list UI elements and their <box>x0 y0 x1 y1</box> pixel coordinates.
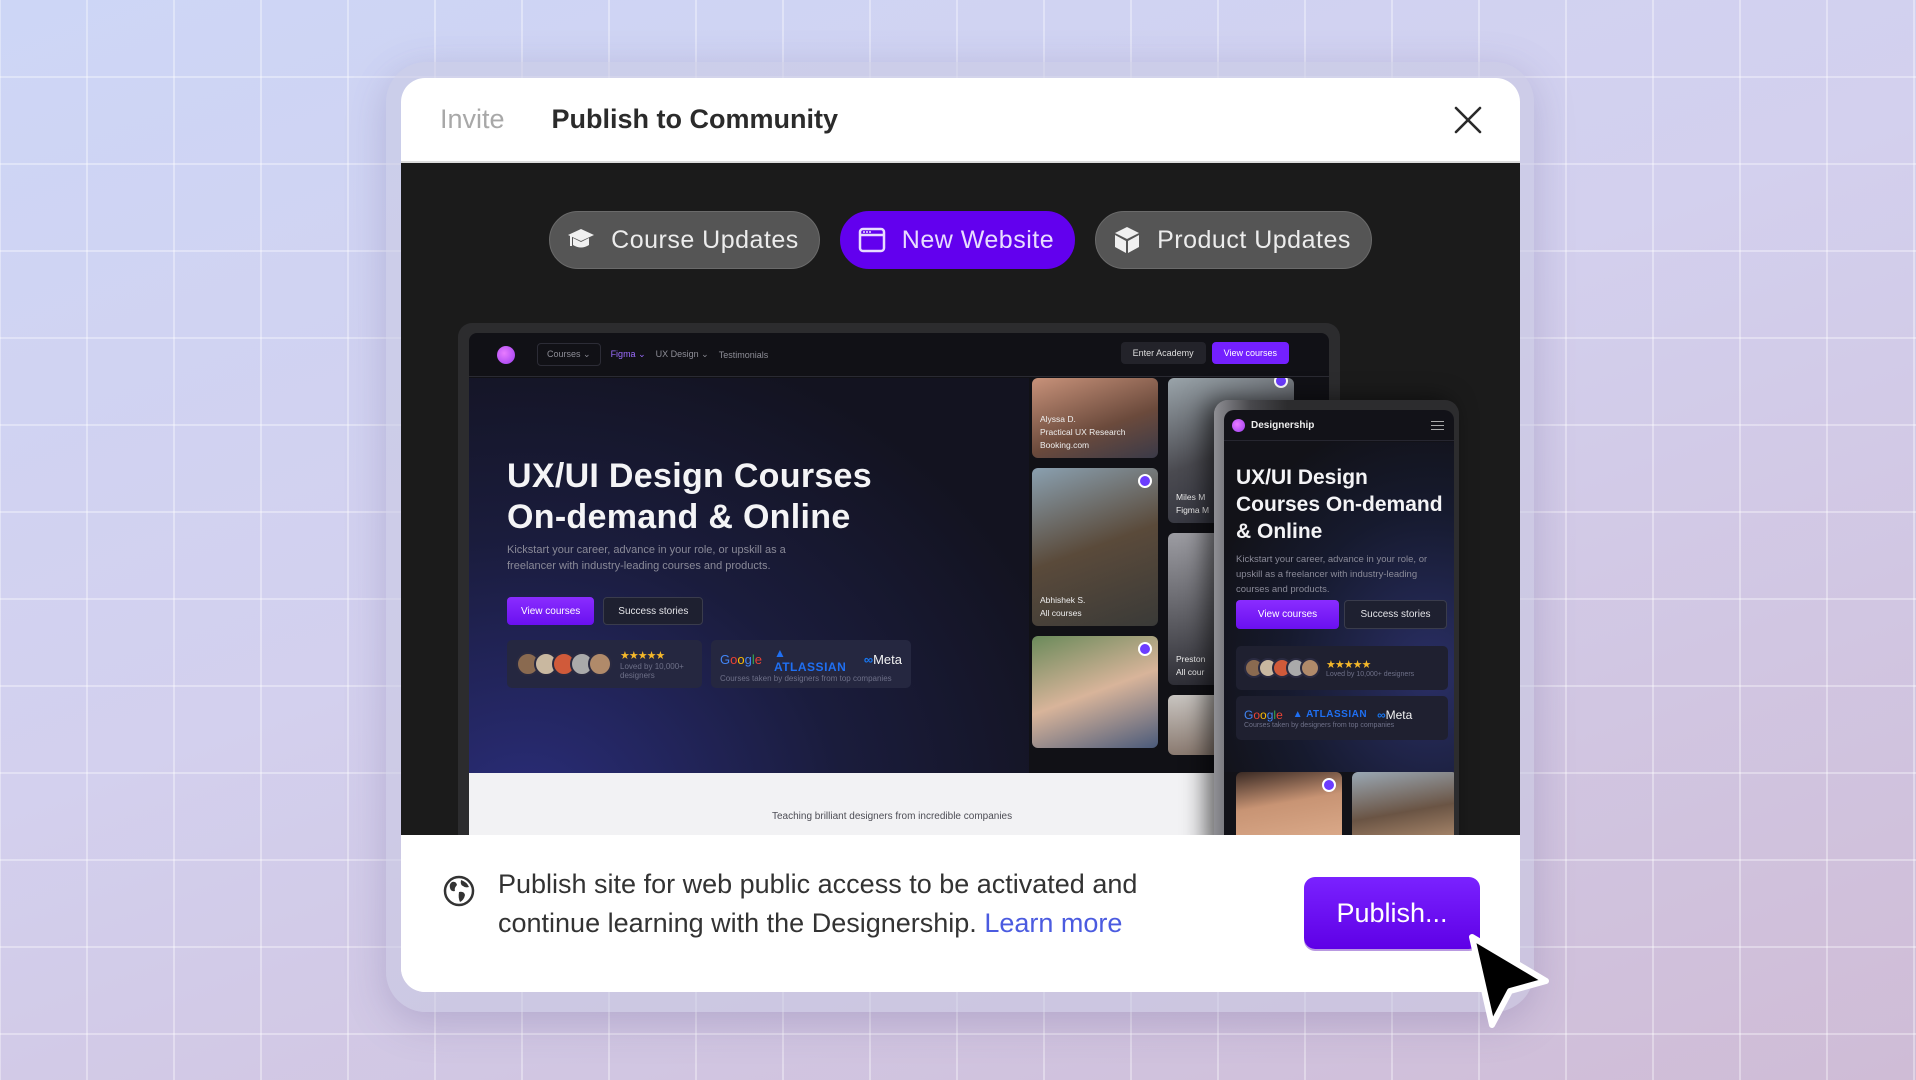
hero-success-stories-button: Success stories <box>603 597 704 625</box>
testimonial-card: Alyssa D. Practical UX Research Booking.co… <box>1032 378 1158 458</box>
category-label: Product Updates <box>1157 225 1351 254</box>
nav-ux-design: UX Design ⌄ <box>655 349 709 359</box>
category-new-website[interactable]: New Website <box>839 211 1076 269</box>
tab-publish-to-community[interactable]: Publish to Community <box>552 104 839 135</box>
nav-courses: Courses ⌄ <box>537 343 601 366</box>
mobile-preview: Designership UX/UI Design Courses On-dem… <box>1224 410 1454 835</box>
mobile-brand: Designership <box>1251 419 1315 431</box>
mobile-rating-card: ★★★★★ Loved by 10,000+ designers <box>1236 646 1448 690</box>
category-label: New Website <box>901 225 1055 254</box>
hero-view-courses-button: View courses <box>507 597 595 625</box>
mobile-hero-subtitle: Kickstart your career, advance in your r… <box>1236 554 1428 595</box>
close-button[interactable] <box>1452 104 1484 136</box>
google-logo: Google <box>720 652 762 667</box>
mobile-testimonial-photo <box>1236 772 1342 835</box>
mobile-hero-title: UX/UI Design Courses On-demand & Online <box>1236 466 1443 543</box>
nav-testimonials: Testimonials <box>718 349 769 360</box>
atlassian-logo: ▲ ATLASSIAN <box>773 645 847 674</box>
mobile-nav: Designership <box>1224 410 1454 441</box>
nav-figma: Figma ⌄ <box>610 349 646 359</box>
learn-more-link[interactable]: Learn more <box>984 908 1122 938</box>
dialog-footer: Publish site for web public access to be… <box>401 835 1520 992</box>
preview-nav: Courses ⌄ Figma ⌄ UX Design ⌄ Testimonia… <box>469 333 1329 377</box>
category-selector: Course Updates New Website Product Updat… <box>401 211 1520 269</box>
publish-button[interactable]: Publish... <box>1304 877 1480 949</box>
verified-badge-icon <box>1138 642 1152 656</box>
mobile-view-courses-button: View courses <box>1236 600 1339 629</box>
graduation-cap-icon <box>568 229 595 248</box>
rating-text: Loved by 10,000+ designers <box>1326 671 1415 678</box>
verified-badge-icon <box>1274 378 1288 388</box>
preview-footer-text: Teaching brilliant designers from incred… <box>772 811 1013 822</box>
mouse-cursor-icon <box>1469 934 1549 1028</box>
testimonial-card <box>1032 636 1158 748</box>
rating-text: Loved by 10,000+ designers <box>620 661 684 680</box>
desktop-preview: Courses ⌄ Figma ⌄ UX Design ⌄ Testimonia… <box>469 333 1329 835</box>
mobile-hero: UX/UI Design Courses On-demand & Online … <box>1224 442 1454 772</box>
globe-icon <box>443 875 475 907</box>
meta-logo: ∞Meta <box>1377 707 1413 722</box>
category-label: Course Updates <box>611 225 799 254</box>
category-course-updates[interactable]: Course Updates <box>549 211 820 269</box>
close-icon <box>1454 106 1482 134</box>
meta-logo: ∞Meta <box>863 652 902 667</box>
google-logo: Google <box>1244 707 1283 722</box>
testimonial-card: Abhishek S. All courses <box>1032 468 1158 626</box>
designership-logo <box>1232 418 1245 432</box>
hero-title: UX/UI Design Courses On-demand & Online <box>507 457 872 536</box>
designership-logo <box>497 345 515 364</box>
verified-badge-icon <box>1322 778 1336 792</box>
publish-message: Publish site for web public access to be… <box>498 869 1138 938</box>
preview-area: Course Updates New Website Product Updat… <box>401 163 1520 835</box>
dialog-header: Invite Publish to Community <box>401 78 1520 163</box>
mobile-testimonial-photo <box>1352 772 1454 835</box>
mobile-logos-card: Google ▲ ATLASSIAN ∞Meta Courses taken b… <box>1236 696 1448 740</box>
verified-badge-icon <box>1138 474 1152 488</box>
publish-dialog: Invite Publish to Community Course Updat… <box>401 78 1520 992</box>
browser-window-icon <box>858 227 886 253</box>
preview-footer-band: Teaching brilliant designers from incred… <box>469 773 1329 835</box>
enter-academy-button: Enter Academy <box>1120 342 1206 364</box>
avatar-stack <box>516 652 612 676</box>
nav-view-courses-button: View courses <box>1211 342 1289 364</box>
rating-stars: ★★★★★ <box>1326 659 1371 671</box>
mobile-success-stories-button: Success stories <box>1344 600 1447 629</box>
hamburger-menu-icon <box>1431 421 1444 430</box>
rating-stars: ★★★★★ <box>620 649 665 662</box>
preview-hero: UX/UI Design Courses On-demand & Online K… <box>469 378 1029 773</box>
logos-caption: Courses taken by designers from top comp… <box>1244 721 1395 729</box>
atlassian-logo: ▲ ATLASSIAN <box>1292 709 1368 720</box>
box-icon <box>1115 227 1140 253</box>
category-product-updates[interactable]: Product Updates <box>1095 211 1372 269</box>
logos-card: Google ▲ ATLASSIAN ∞Meta Courses taken b… <box>711 640 911 688</box>
logos-caption: Courses taken by designers from top comp… <box>720 673 892 683</box>
hero-subtitle: Kickstart your career, advance in your r… <box>507 544 786 572</box>
tab-invite[interactable]: Invite <box>440 104 505 135</box>
rating-card: ★★★★★ Loved by 10,000+ designers <box>507 640 702 688</box>
